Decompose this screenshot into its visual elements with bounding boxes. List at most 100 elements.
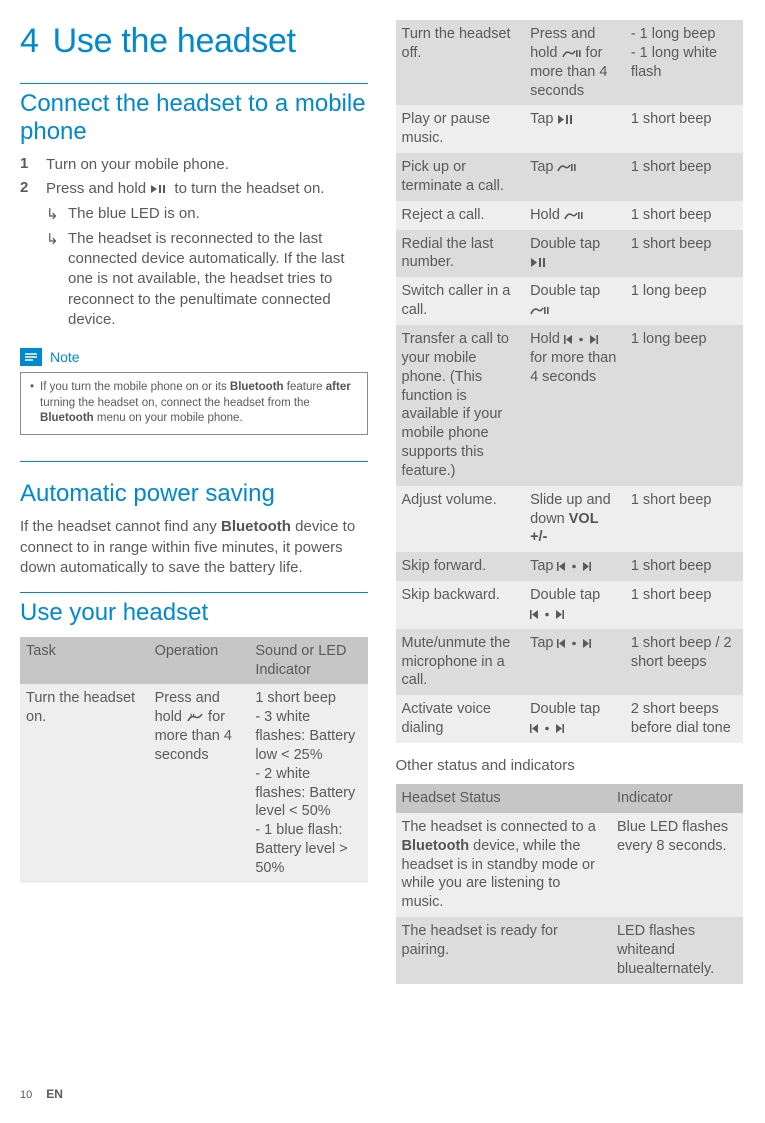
sub-1-text: The blue LED is on. <box>68 204 200 225</box>
cell-task: Activate voice dialing <box>396 695 525 743</box>
cell-task: Pick up or terminate a call. <box>396 153 525 201</box>
cell-op: Double tap <box>524 581 625 629</box>
table-row: Turn the headset off.Press and hold for … <box>396 20 744 105</box>
skip-icon <box>530 609 564 620</box>
cell-task: Play or pause music. <box>396 105 525 153</box>
note-box: Note • If you turn the mobile phone on o… <box>20 348 368 435</box>
cell-task: Turn the headset off. <box>396 20 525 105</box>
cell-op: Tap <box>524 153 625 201</box>
cell-ind: 1 short beep <box>625 201 743 230</box>
cell-ind: 1 short beep <box>625 486 743 553</box>
step-2-lead: Press and hold <box>46 180 150 197</box>
step-2-number: 2 <box>20 179 46 334</box>
cell-status: The headset is connected to a Bluetooth … <box>396 813 611 917</box>
cell-ind: 1 long beep <box>625 277 743 325</box>
table-row: The headset is ready for pairing. LED fl… <box>396 917 744 984</box>
cell-task: Mute/unmute the microphone in a call. <box>396 629 525 696</box>
use-table-left: Task Operation Sound or LED Indicator Tu… <box>20 637 368 883</box>
section-rule <box>20 461 368 462</box>
cell-op: Hold for more than 4 seconds <box>524 325 625 486</box>
cell-ind: 1 short beep <box>625 153 743 201</box>
cell-ind: 1 short beep / 2 short beeps <box>625 629 743 696</box>
chapter-number: 4 <box>20 22 39 60</box>
note-label: Note <box>50 349 80 365</box>
cell-op: Tap <box>524 629 625 696</box>
call-icon <box>557 162 577 173</box>
call-icon <box>562 48 582 59</box>
cell-op: Double tap <box>524 230 625 278</box>
note-header: Note <box>20 348 368 366</box>
cell-ind: 1 short beep <box>625 581 743 629</box>
cell-ind: 2 short beeps before dial tone <box>625 695 743 743</box>
table-header-row: Task Operation Sound or LED Indicator <box>20 637 368 685</box>
note-body: • If you turn the mobile phone on or its… <box>20 372 368 435</box>
chapter-title: 4 Use the headset <box>20 22 368 61</box>
page-number: 10 <box>20 1089 32 1101</box>
table-row: Mute/unmute the microphone in a call.Tap… <box>396 629 744 696</box>
note-text: If you turn the mobile phone on or its B… <box>40 380 357 427</box>
cell-op: Press and hold for more than 4 seconds <box>524 20 625 105</box>
step-1-text: Turn on your mobile phone. <box>46 155 229 175</box>
table-row: Reject a call.Hold 1 short beep <box>396 201 744 230</box>
step-2-body: Press and hold to turn the headset on. ↳… <box>46 179 368 334</box>
cell-ind: 1 short beep - 3 white flashes: Battery … <box>249 684 367 882</box>
language-code: EN <box>46 1087 63 1101</box>
table-header-row: Headset Status Indicator <box>396 784 744 813</box>
page-footer: 10 EN <box>20 1087 63 1101</box>
cell-ind: 1 short beep <box>625 105 743 153</box>
table-row: Play or pause music.Tap 1 short beep <box>396 105 744 153</box>
cell-op: Press and hold for more than 4 seconds <box>149 684 250 882</box>
cell-task: Skip backward. <box>396 581 525 629</box>
cell-op: Double tap <box>524 695 625 743</box>
cell-ind: LED flashes whiteand bluealternately. <box>611 917 743 984</box>
table-row: The headset is connected to a Bluetooth … <box>396 813 744 917</box>
table-row: Pick up or terminate a call.Tap 1 short … <box>396 153 744 201</box>
note-bullet: • <box>30 380 34 427</box>
right-column: Turn the headset off.Press and hold for … <box>382 20 744 1123</box>
cell-ind: Blue LED flashes every 8 seconds. <box>611 813 743 917</box>
cell-op: Tap <box>524 105 625 153</box>
auto-paragraph: If the headset cannot find any Bluetooth… <box>20 517 368 578</box>
cell-task: Adjust volume. <box>396 486 525 553</box>
other-status-heading: Other status and indicators <box>396 757 744 774</box>
table-row: Adjust volume.Slide up and down VOL +/-1… <box>396 486 744 553</box>
cell-op: Slide up and down VOL +/- <box>524 486 625 553</box>
skip-icon <box>557 638 591 649</box>
th-task: Task <box>20 637 149 685</box>
status-table: Headset Status Indicator The headset is … <box>396 784 744 984</box>
left-column: 4 Use the headset Connect the headset to … <box>20 20 382 1123</box>
th-operation: Operation <box>149 637 250 685</box>
cell-ind: 1 short beep <box>625 230 743 278</box>
cell-status: The headset is ready for pairing. <box>396 917 611 984</box>
cell-task: Turn the headset on. <box>20 684 149 882</box>
arrow-icon: ↳ <box>46 204 68 225</box>
sub-2: ↳ The headset is reconnected to the last… <box>46 229 368 330</box>
step-1: 1 Turn on your mobile phone. <box>20 155 368 175</box>
th-status: Headset Status <box>396 784 611 813</box>
chapter-title-text: Use the headset <box>53 22 296 60</box>
step-2-sublist: ↳ The blue LED is on. ↳ The headset is r… <box>46 204 368 331</box>
sub-1: ↳ The blue LED is on. <box>46 204 368 225</box>
call-icon <box>564 210 584 221</box>
skip-icon <box>557 561 591 572</box>
use-table-right: Turn the headset off.Press and hold for … <box>396 20 744 743</box>
call-icon <box>530 305 550 316</box>
section-use-heading: Use your headset <box>20 599 368 627</box>
table-row: Turn the headset on. Press and hold for … <box>20 684 368 882</box>
call-icon <box>186 712 204 723</box>
cell-task: Reject a call. <box>396 201 525 230</box>
step-2: 2 Press and hold to turn the headset on.… <box>20 179 368 334</box>
skip-icon <box>564 334 598 345</box>
th-indicator: Sound or LED Indicator <box>249 637 367 685</box>
section-auto-heading: Automatic power saving <box>20 480 368 508</box>
table-row: Redial the last number.Double tap 1 shor… <box>396 230 744 278</box>
connect-steps: 1 Turn on your mobile phone. 2 Press and… <box>20 155 368 334</box>
section-connect-heading: Connect the headset to a mobile phone <box>20 90 368 145</box>
cell-op: Tap <box>524 552 625 581</box>
section-rule <box>20 592 368 593</box>
play-icon <box>557 114 575 125</box>
cell-task: Redial the last number. <box>396 230 525 278</box>
arrow-icon: ↳ <box>46 229 68 330</box>
section-rule <box>20 83 368 84</box>
table-row: Switch caller in a call.Double tap 1 lon… <box>396 277 744 325</box>
